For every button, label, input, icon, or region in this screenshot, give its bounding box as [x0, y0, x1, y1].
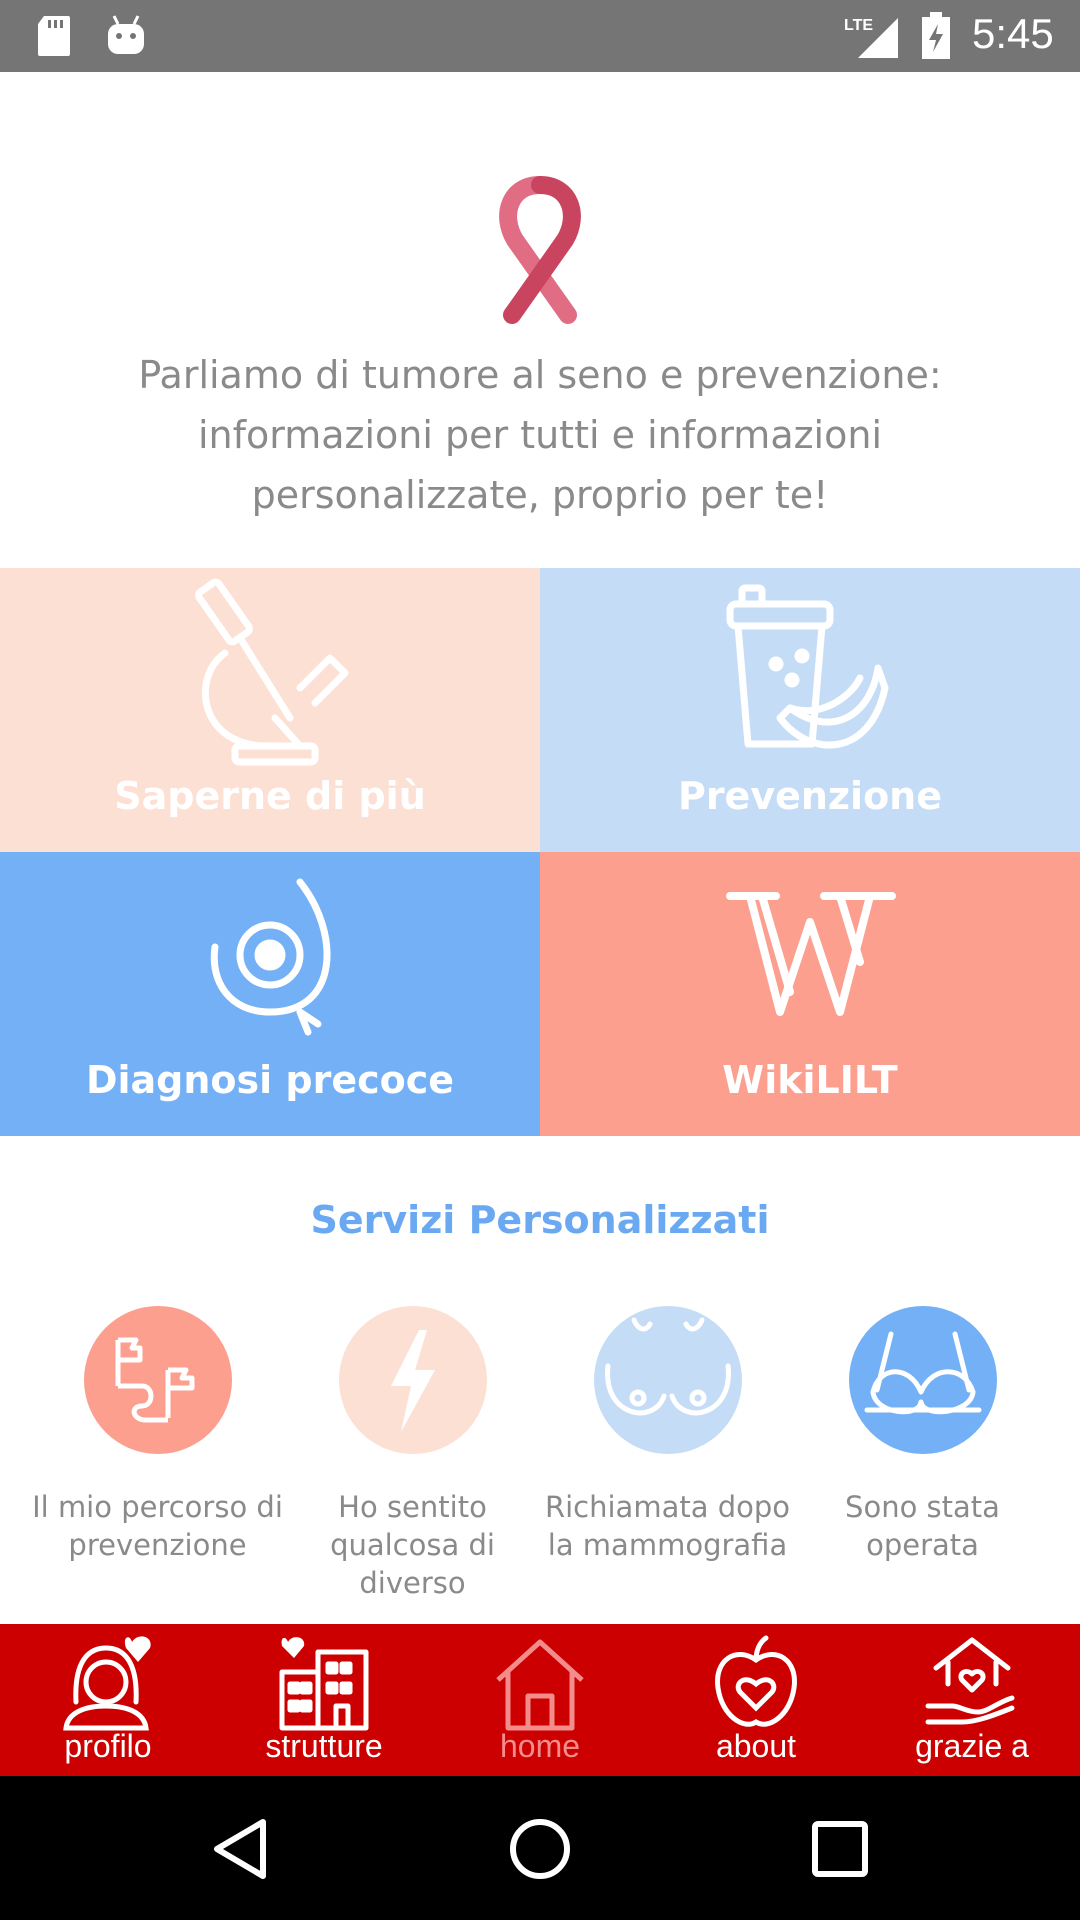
breast-check-icon: [210, 878, 331, 1036]
intro-text: Parliamo di tumore al seno e prevenzione…: [138, 353, 942, 517]
profile-heart-icon: [63, 1636, 151, 1731]
hands-house-icon: [925, 1637, 1015, 1725]
back-icon[interactable]: [205, 1814, 275, 1884]
tile-label: Prevenzione: [677, 774, 943, 818]
tile-prevenzione[interactable]: Prevenzione: [540, 568, 1080, 852]
nav-profilo[interactable]: profilo: [0, 1624, 216, 1776]
nav-strutture[interactable]: strutture: [216, 1624, 432, 1776]
svg-text:LTE: LTE: [844, 17, 873, 34]
service-circle: [339, 1306, 487, 1454]
service-circle: [84, 1306, 232, 1454]
service-circle: [594, 1306, 742, 1454]
service-circle: [849, 1306, 997, 1454]
status-bar: LTE 5:45: [0, 0, 1080, 72]
android-icon: [108, 15, 144, 54]
tile-label: Saperne di più: [114, 774, 426, 818]
bra-icon: [864, 1331, 982, 1415]
system-navigation-bar: [0, 1776, 1080, 1920]
sd-card-icon: [38, 16, 70, 56]
smoothie-banana-icon: [726, 584, 889, 749]
services-title: Servizi Personalizzati: [310, 1198, 770, 1242]
wiki-w-icon: [726, 892, 896, 1016]
nav-grazie-a[interactable]: grazie a: [864, 1624, 1080, 1776]
buildings-icon: [279, 1637, 369, 1731]
tile-label: Diagnosi precoce: [85, 1058, 455, 1102]
service-label: Richiamata dopo la mammografia: [544, 1490, 791, 1562]
tile-label: WikiLILT: [722, 1058, 898, 1102]
nav-label: profilo: [64, 1728, 152, 1764]
microscope-icon: [195, 578, 349, 766]
recents-icon[interactable]: [805, 1814, 875, 1884]
lightning-icon: [391, 1330, 435, 1432]
home-circle-icon[interactable]: [505, 1814, 575, 1884]
service-label: Sono stata operata: [845, 1490, 1000, 1562]
pink-ribbon-icon: [499, 176, 581, 324]
nav-label: grazie a: [915, 1728, 1029, 1764]
lte-signal-icon: LTE: [844, 17, 898, 58]
battery-charging-icon: [922, 12, 950, 59]
tile-wikililt[interactable]: WikiLILT: [540, 852, 1080, 1136]
bottom-navigation: profilo strutture home about grazie a: [0, 1624, 1080, 1776]
nav-label: about: [715, 1728, 797, 1764]
nav-label: home: [499, 1728, 581, 1764]
breasts-icon: [605, 1317, 731, 1416]
nav-label: strutture: [265, 1728, 383, 1764]
tile-diagnosi-precoce[interactable]: Diagnosi precoce: [0, 852, 540, 1136]
nav-about[interactable]: about: [648, 1624, 864, 1776]
nav-home[interactable]: home: [432, 1624, 648, 1776]
clock: 5:45: [972, 10, 1054, 57]
tile-saperne-di-piu[interactable]: Saperne di più: [0, 568, 540, 852]
flags-path-icon: [115, 1337, 195, 1423]
home-icon: [496, 1639, 584, 1731]
service-label: Ho sentito qualcosa di diverso: [330, 1490, 495, 1600]
service-label: Il mio percorso di prevenzione: [32, 1490, 283, 1562]
apple-heart-icon: [715, 1635, 797, 1727]
